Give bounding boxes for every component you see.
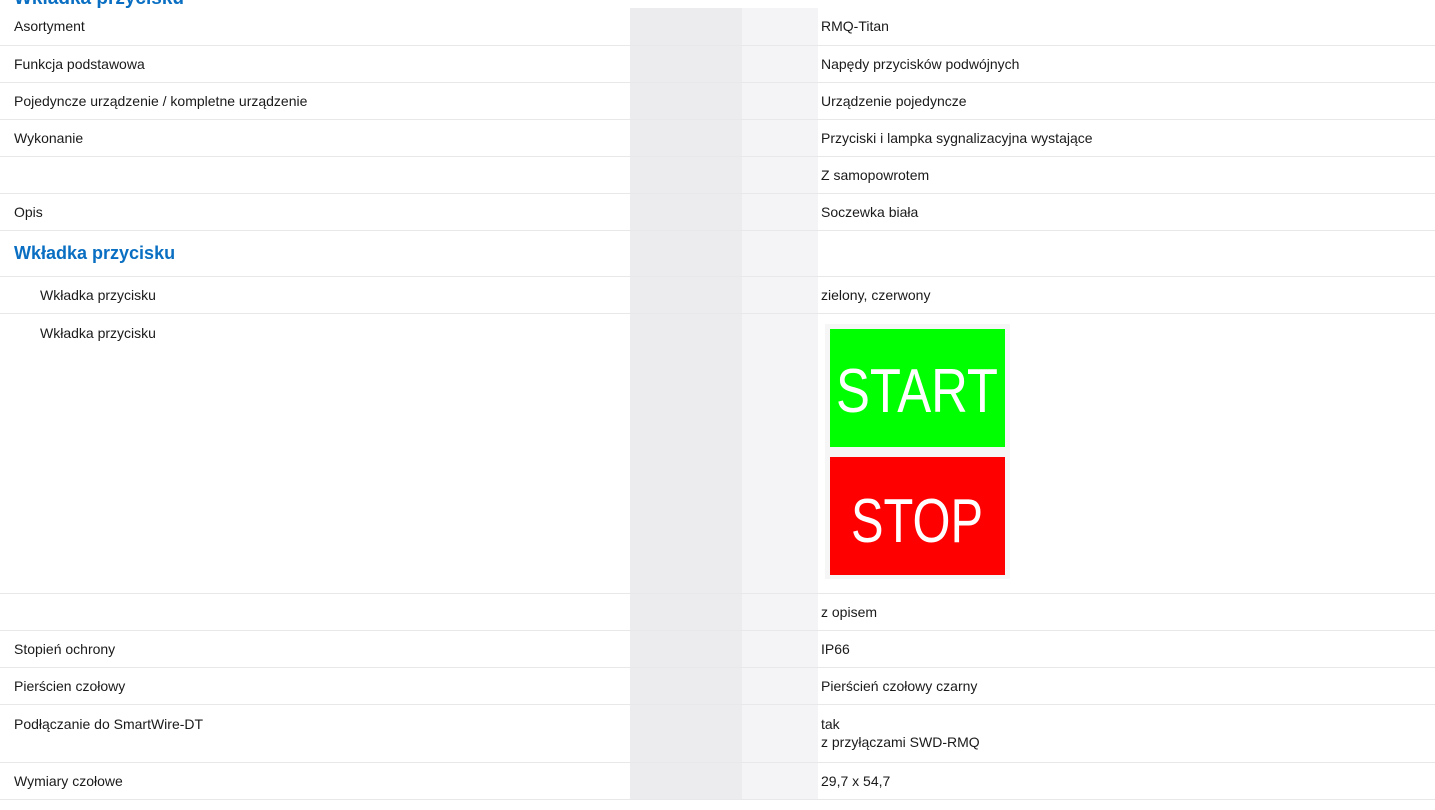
row-value: 29,7 x 54,7: [818, 762, 1435, 800]
table-row: Funkcja podstawowa Napędy przycisków pod…: [0, 45, 1435, 83]
row-value: zielony, czerwony: [818, 276, 1435, 314]
table-row: Wykonanie Przyciski i lampka sygnalizacy…: [0, 119, 1435, 157]
start-label-text: START: [836, 357, 998, 426]
table-row: Podłączanie do SmartWire-DT tak z przyłą…: [0, 704, 1435, 763]
row-label: Opis: [0, 193, 630, 231]
row-label: Wymiary czołowe: [0, 762, 630, 800]
row-value: IP66: [818, 630, 1435, 668]
row-label: Wkładka przycisku: [0, 276, 630, 314]
row-label: [0, 156, 630, 194]
row-value: Z samopowrotem: [818, 156, 1435, 194]
row-value: START STOP: [818, 313, 1435, 594]
table-row: Wkładka przycisku zielony, czerwony: [0, 276, 1435, 314]
group-title: Wkładka przycisku: [0, 230, 630, 277]
table-row: Z samopowrotem: [0, 156, 1435, 194]
spec-table: Asortyment RMQ-Titan Funkcja podstawowa …: [0, 8, 1435, 800]
table-row: z opisem: [0, 593, 1435, 631]
group-header-row: Wkładka przycisku: [0, 230, 1435, 277]
start-stop-label-image: START STOP: [825, 323, 1010, 579]
row-label: Wykonanie: [0, 119, 630, 157]
stop-label-text: STOP: [851, 487, 983, 556]
row-label: Podłączanie do SmartWire-DT: [0, 704, 630, 763]
table-row: Wymiary czołowe 29,7 x 54,7: [0, 762, 1435, 800]
row-label: Pierścien czołowy: [0, 667, 630, 705]
table-row: Asortyment RMQ-Titan: [0, 8, 1435, 46]
row-label: Pojedyncze urządzenie / kompletne urządz…: [0, 82, 630, 120]
table-row: Stopień ochrony IP66: [0, 630, 1435, 668]
row-value: Pierścień czołowy czarny: [818, 667, 1435, 705]
table-row: Pierścien czołowy Pierścień czołowy czar…: [0, 667, 1435, 705]
section-title-partial: Wkładka przycisku: [14, 0, 184, 8]
row-label: Stopień ochrony: [0, 630, 630, 668]
row-label: Asortyment: [0, 8, 630, 46]
row-value: z opisem: [818, 593, 1435, 631]
row-label: [0, 593, 630, 631]
row-value: tak z przyłączami SWD-RMQ: [818, 704, 1435, 763]
row-value: Napędy przycisków podwójnych: [818, 45, 1435, 83]
row-value: Urządzenie pojedyncze: [818, 82, 1435, 120]
row-value: Przyciski i lampka sygnalizacyjna wystaj…: [818, 119, 1435, 157]
cut-off-section-title: Wkładka przycisku: [0, 0, 1435, 8]
row-value: RMQ-Titan: [818, 8, 1435, 46]
row-value: Soczewka biała: [818, 193, 1435, 231]
table-row: Wkładka przycisku START STOP: [0, 313, 1435, 594]
table-row: Pojedyncze urządzenie / kompletne urządz…: [0, 82, 1435, 120]
row-label: Funkcja podstawowa: [0, 45, 630, 83]
row-label: Wkładka przycisku: [0, 313, 630, 594]
table-row: Opis Soczewka biała: [0, 193, 1435, 231]
